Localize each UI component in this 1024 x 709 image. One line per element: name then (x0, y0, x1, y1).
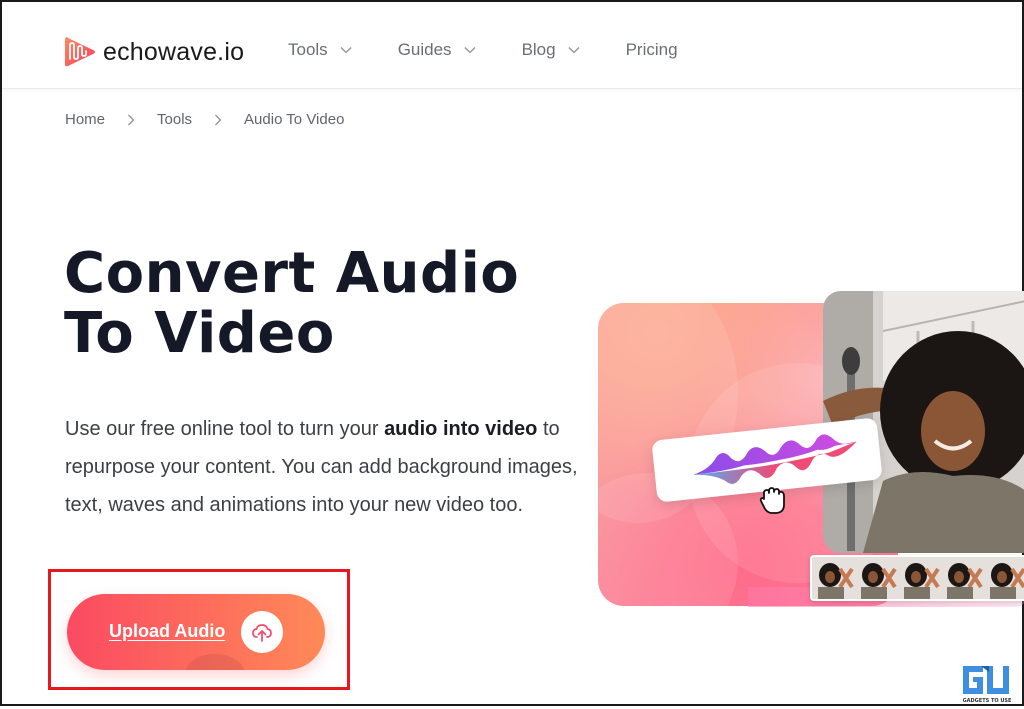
nav-pricing[interactable]: Pricing (626, 40, 678, 60)
main-nav: Tools Guides Blog Pricing (288, 40, 678, 60)
hero-illustration (598, 291, 1024, 611)
upload-audio-button[interactable]: Upload Audio (67, 594, 325, 670)
chevron-down-icon (464, 47, 476, 54)
nav-blog-label: Blog (521, 40, 556, 59)
breadcrumb-home[interactable]: Home (65, 111, 105, 128)
title-line-2: To Video (64, 301, 335, 366)
nav-guides[interactable]: Guides (398, 40, 476, 60)
title-line-1: Convert Audio (64, 241, 520, 306)
breadcrumb: Home Tools Audio To Video (65, 111, 344, 128)
upload-audio-label: Upload Audio (109, 621, 226, 641)
chevron-down-icon (340, 47, 352, 54)
nav-tools[interactable]: Tools (288, 40, 352, 60)
nav-pricing-label: Pricing (625, 40, 678, 59)
chevron-down-icon (568, 47, 580, 54)
grab-hand-icon (759, 487, 785, 514)
nav-tools-label: Tools (288, 40, 328, 59)
breadcrumb-current: Audio To Video (244, 111, 345, 128)
breadcrumb-tools[interactable]: Tools (157, 111, 192, 128)
gadgets-to-use-logo-icon: GADGETS TO USE (963, 666, 1012, 704)
logo-text: echowave.io (103, 37, 245, 66)
filmstrip-frame (984, 557, 1024, 599)
desc-bold: audio into video (384, 418, 538, 440)
chevron-right-icon (128, 114, 135, 125)
cloud-upload-icon (252, 624, 272, 642)
page-title: Convert Audio To Video (64, 244, 519, 364)
echowave-logo-icon (65, 37, 95, 67)
logo-link[interactable]: echowave.io (64, 35, 244, 69)
filmstrip-frame (941, 557, 984, 599)
filmstrip-frame (812, 557, 855, 599)
nav-guides-label: Guides (397, 40, 452, 59)
filmstrip-frame (898, 557, 941, 599)
hero-description: Use our free online tool to turn your au… (65, 410, 585, 524)
chevron-right-icon (215, 114, 222, 125)
nav-blog[interactable]: Blog (522, 40, 580, 60)
upload-icon-circle (241, 611, 283, 653)
desc-text-1: Use our free online tool to turn your (65, 418, 385, 440)
video-filmstrip[interactable] (810, 555, 1024, 601)
watermark-text: GADGETS TO USE (963, 698, 1012, 704)
site-header: echowave.io Tools Guides Blog Pricing (2, 2, 1022, 89)
filmstrip-frame (855, 557, 898, 599)
gadgets-to-use-watermark: GADGETS TO USE (957, 662, 1017, 704)
button-shadow-decoration (185, 654, 245, 670)
